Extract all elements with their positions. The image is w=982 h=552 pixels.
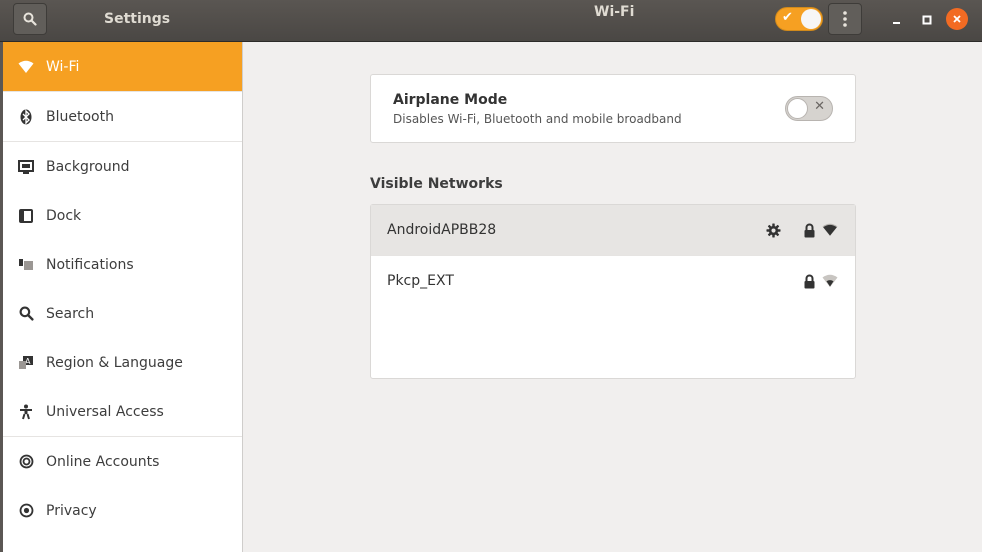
wifi-panel: Airplane Mode Disables Wi-Fi, Bluetooth … — [244, 42, 982, 552]
window-edge — [0, 42, 3, 552]
sidebar-item-universal-access[interactable]: Universal Access — [0, 387, 242, 436]
gear-icon[interactable] — [765, 222, 781, 238]
app-title: Settings — [104, 11, 171, 27]
airplane-mode-card: Airplane Mode Disables Wi-Fi, Bluetooth … — [370, 74, 856, 143]
sidebar-item-label: Notifications — [46, 256, 134, 273]
bluetooth-icon — [17, 108, 35, 126]
sidebar-item-label: Region & Language — [46, 354, 183, 371]
sidebar-item-dock[interactable]: Dock — [0, 191, 242, 240]
visible-networks-heading: Visible Networks — [370, 176, 503, 192]
panel-title: Wi-Fi — [594, 4, 635, 20]
airplane-mode-title: Airplane Mode — [393, 92, 508, 108]
search-button[interactable] — [13, 3, 47, 35]
sidebar-item-bluetooth[interactable]: Bluetooth — [0, 92, 242, 141]
sidebar-item-privacy[interactable]: Privacy — [0, 486, 242, 535]
minimize-button[interactable] — [886, 9, 908, 31]
maximize-icon — [922, 15, 932, 25]
wifi-toggle[interactable]: ✔ — [775, 7, 823, 31]
wifi-signal-icon — [822, 222, 838, 238]
maximize-button[interactable] — [916, 9, 938, 31]
network-row[interactable]: Pkcp_EXT — [371, 256, 855, 306]
menu-button[interactable] — [828, 3, 862, 35]
toggle-knob — [787, 98, 808, 119]
off-x-icon: ✕ — [814, 99, 825, 114]
network-list: AndroidAPBB28 Pkcp_EXT — [370, 204, 856, 379]
privacy-icon — [17, 502, 35, 520]
network-name: Pkcp_EXT — [387, 273, 454, 289]
lock-icon — [801, 222, 817, 238]
close-icon — [953, 15, 961, 23]
notifications-icon — [17, 256, 35, 274]
network-row[interactable]: AndroidAPBB28 — [371, 205, 855, 255]
sidebar-item-wifi[interactable]: Wi-Fi — [0, 42, 242, 91]
sidebar-item-label: Online Accounts — [46, 453, 160, 470]
online-accounts-icon — [17, 453, 35, 471]
sidebar-item-label: Universal Access — [46, 403, 164, 420]
check-icon: ✔ — [782, 10, 793, 25]
sidebar-item-search[interactable]: Search — [0, 289, 242, 338]
sidebar-item-label: Search — [46, 305, 95, 322]
dock-icon — [17, 207, 35, 225]
toggle-knob — [801, 9, 821, 29]
wifi-signal-icon — [822, 273, 838, 289]
wifi-icon — [17, 58, 35, 76]
airplane-mode-subtitle: Disables Wi-Fi, Bluetooth and mobile bro… — [393, 112, 682, 126]
header-bar: Settings Wi-Fi ✔ — [0, 0, 982, 42]
sidebar-item-label: Dock — [46, 207, 82, 224]
sidebar-item-label: Bluetooth — [46, 108, 114, 125]
sidebar-item-label: Wi-Fi — [46, 58, 80, 75]
search-icon — [23, 12, 37, 26]
background-icon — [17, 158, 35, 176]
region-icon: A — [17, 354, 35, 372]
kebab-menu-icon — [843, 11, 847, 27]
sidebar: Wi-Fi Bluetooth Background Dock Notifica… — [0, 42, 243, 552]
sidebar-item-region-language[interactable]: A Region & Language — [0, 338, 242, 387]
airplane-mode-toggle[interactable]: ✕ — [785, 96, 833, 121]
sidebar-item-label: Background — [46, 158, 130, 175]
sidebar-item-label: Privacy — [46, 502, 97, 519]
search-icon — [17, 305, 35, 323]
network-name: AndroidAPBB28 — [387, 222, 497, 238]
sidebar-item-notifications[interactable]: Notifications — [0, 240, 242, 289]
lock-icon — [801, 273, 817, 289]
sidebar-item-online-accounts[interactable]: Online Accounts — [0, 437, 242, 486]
universal-access-icon — [17, 403, 35, 421]
sidebar-item-background[interactable]: Background — [0, 142, 242, 191]
close-button[interactable] — [946, 8, 968, 30]
minimize-icon — [893, 22, 900, 24]
